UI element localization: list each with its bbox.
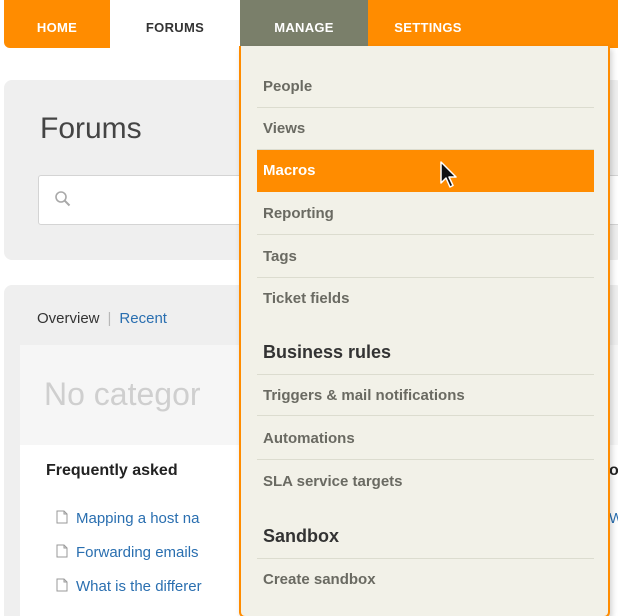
overview-tabs: Overview | Recent [37, 310, 167, 327]
menu-item-macros[interactable]: Macros [257, 150, 594, 192]
tab-overview[interactable]: Overview [37, 310, 100, 327]
nav-tab-settings[interactable]: SETTINGS [368, 0, 488, 48]
nav-tab-forums[interactable]: FORUMS [110, 0, 240, 48]
document-icon [56, 578, 68, 592]
document-icon [56, 544, 68, 558]
mouse-pointer-icon [440, 161, 457, 188]
tab-separator: | [107, 310, 112, 327]
menu-heading-sandbox: Sandbox [263, 526, 340, 546]
article-title: Forwarding emails [76, 544, 199, 561]
tab-recent[interactable]: Recent [119, 310, 167, 327]
truncated-link-fragment[interactable]: W [609, 510, 618, 527]
search-icon [55, 191, 71, 207]
truncated-heading-fragment: o [609, 462, 618, 479]
menu-item-views[interactable]: Views [257, 108, 594, 150]
article-link[interactable]: Forwarding emails [56, 544, 199, 561]
menu-item-ticket-fields[interactable]: Ticket fields [257, 278, 594, 320]
menu-item-tags[interactable]: Tags [257, 236, 594, 278]
article-link[interactable]: What is the differer [56, 578, 202, 595]
menu-item-create-sandbox[interactable]: Create sandbox [257, 558, 594, 600]
page-title: Forums [40, 112, 142, 145]
article-title: What is the differer [76, 578, 202, 595]
nav-tab-manage[interactable]: MANAGE [240, 0, 368, 48]
article-title: Mapping a host na [76, 510, 200, 527]
article-link[interactable]: Mapping a host na [56, 510, 199, 527]
menu-item-sla-service-targets[interactable]: SLA service targets [257, 461, 594, 503]
document-icon [56, 510, 68, 524]
menu-item-triggers[interactable]: Triggers & mail notifications [257, 374, 594, 416]
faq-section-heading: Frequently asked [46, 462, 178, 479]
menu-heading-business-rules: Business rules [263, 342, 392, 362]
nav-tab-home[interactable]: HOME [4, 0, 110, 48]
menu-item-people[interactable]: People [257, 66, 594, 108]
manage-dropdown-menu: People Views Macros Reporting Tags Ticke… [239, 46, 610, 616]
menu-item-reporting[interactable]: Reporting [257, 193, 594, 235]
menu-item-automations[interactable]: Automations [257, 418, 594, 460]
category-title: No categor [44, 376, 201, 412]
